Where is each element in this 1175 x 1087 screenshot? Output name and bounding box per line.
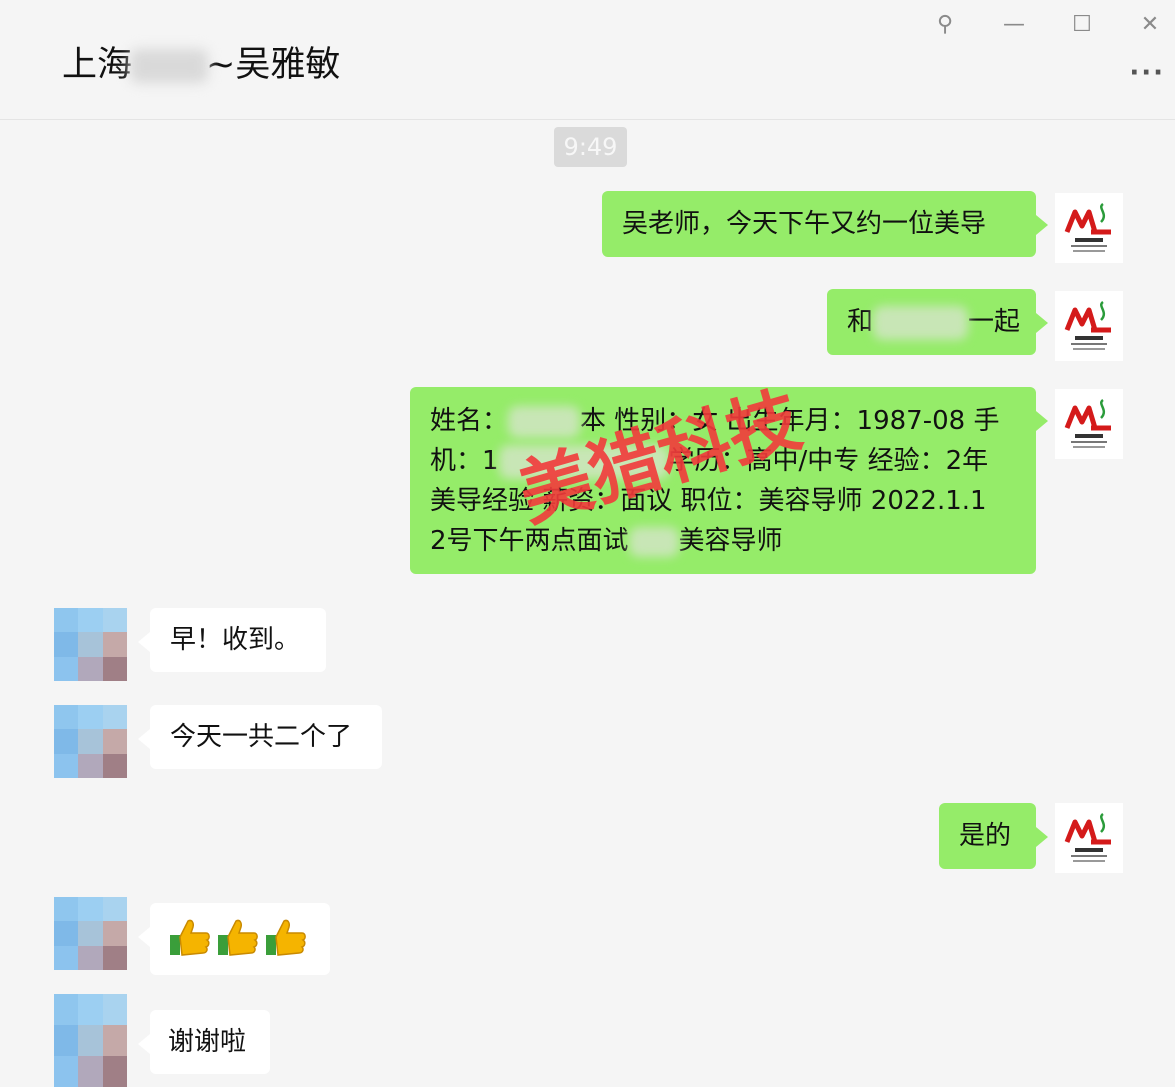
message-bubble-sent[interactable]: 是的 [939, 803, 1048, 869]
contact-avatar[interactable] [54, 608, 127, 681]
redacted-text [873, 305, 969, 340]
redacted-name [130, 49, 209, 83]
message-bubble-received[interactable]: 谢谢啦 [138, 1010, 270, 1074]
message-text: 姓名： [430, 406, 509, 436]
thumbs-up-icon [264, 917, 308, 959]
redacted-text [628, 526, 679, 557]
message-bubble-received[interactable]: 👍👍👍 [138, 903, 330, 975]
message-timestamp: 9:49 [554, 127, 627, 167]
minimize-icon[interactable]: — [994, 6, 1034, 42]
more-icon[interactable]: ··· [1129, 58, 1165, 88]
chat-title-suffix: ~吴雅敏 [206, 45, 341, 85]
contact-avatar[interactable] [54, 705, 127, 778]
contact-avatar[interactable] [54, 897, 127, 970]
company-logo-icon [1064, 398, 1111, 448]
my-avatar[interactable] [1055, 803, 1123, 873]
message-text: 是的 [959, 821, 1012, 851]
message-text: 谢谢啦 [168, 1027, 247, 1057]
close-icon[interactable]: ✕ [1130, 6, 1170, 42]
message-bubble-sent[interactable]: 和 一起 [827, 289, 1048, 355]
message-text: 今天一共二个了 [170, 722, 353, 752]
thumbs-up-icon [168, 917, 212, 959]
message-line: 2号下午两点面试 美容导师 [430, 521, 1016, 561]
message-bubble-received[interactable]: 今天一共二个了 [138, 705, 382, 769]
message-text-suffix: 一起 [968, 307, 1021, 337]
message-text: 早！收到。 [170, 625, 301, 655]
message-text: 美容导师 [678, 526, 783, 556]
my-avatar[interactable] [1055, 193, 1123, 263]
message-bubble-sent[interactable]: 吴老师，今天下午又约一位美导 [602, 191, 1048, 257]
message-text: 机：1 [430, 446, 499, 476]
contact-avatar[interactable] [54, 994, 127, 1087]
my-avatar[interactable] [1055, 389, 1123, 459]
pin-icon[interactable]: ⚲ [925, 6, 965, 42]
message-text: 2号下午两点面试 [430, 526, 629, 556]
message-text: 吴老师，今天下午又约一位美导 [622, 209, 987, 239]
message-bubble-received[interactable]: 早！收到。 [138, 608, 326, 672]
message-text-prefix: 和 [847, 307, 874, 337]
company-logo-icon [1064, 202, 1111, 252]
maximize-icon[interactable]: ☐ [1062, 6, 1102, 42]
thumbs-up-icon [216, 917, 260, 959]
my-avatar[interactable] [1055, 291, 1123, 361]
chat-title: 上海 ~吴雅敏 [62, 36, 340, 87]
company-logo-icon [1064, 300, 1111, 350]
company-logo-icon [1064, 812, 1111, 862]
chat-title-prefix: 上海 [62, 45, 133, 85]
chat-header: 上海 ~吴雅敏 ⚲ — ☐ ✕ ··· [0, 0, 1175, 120]
